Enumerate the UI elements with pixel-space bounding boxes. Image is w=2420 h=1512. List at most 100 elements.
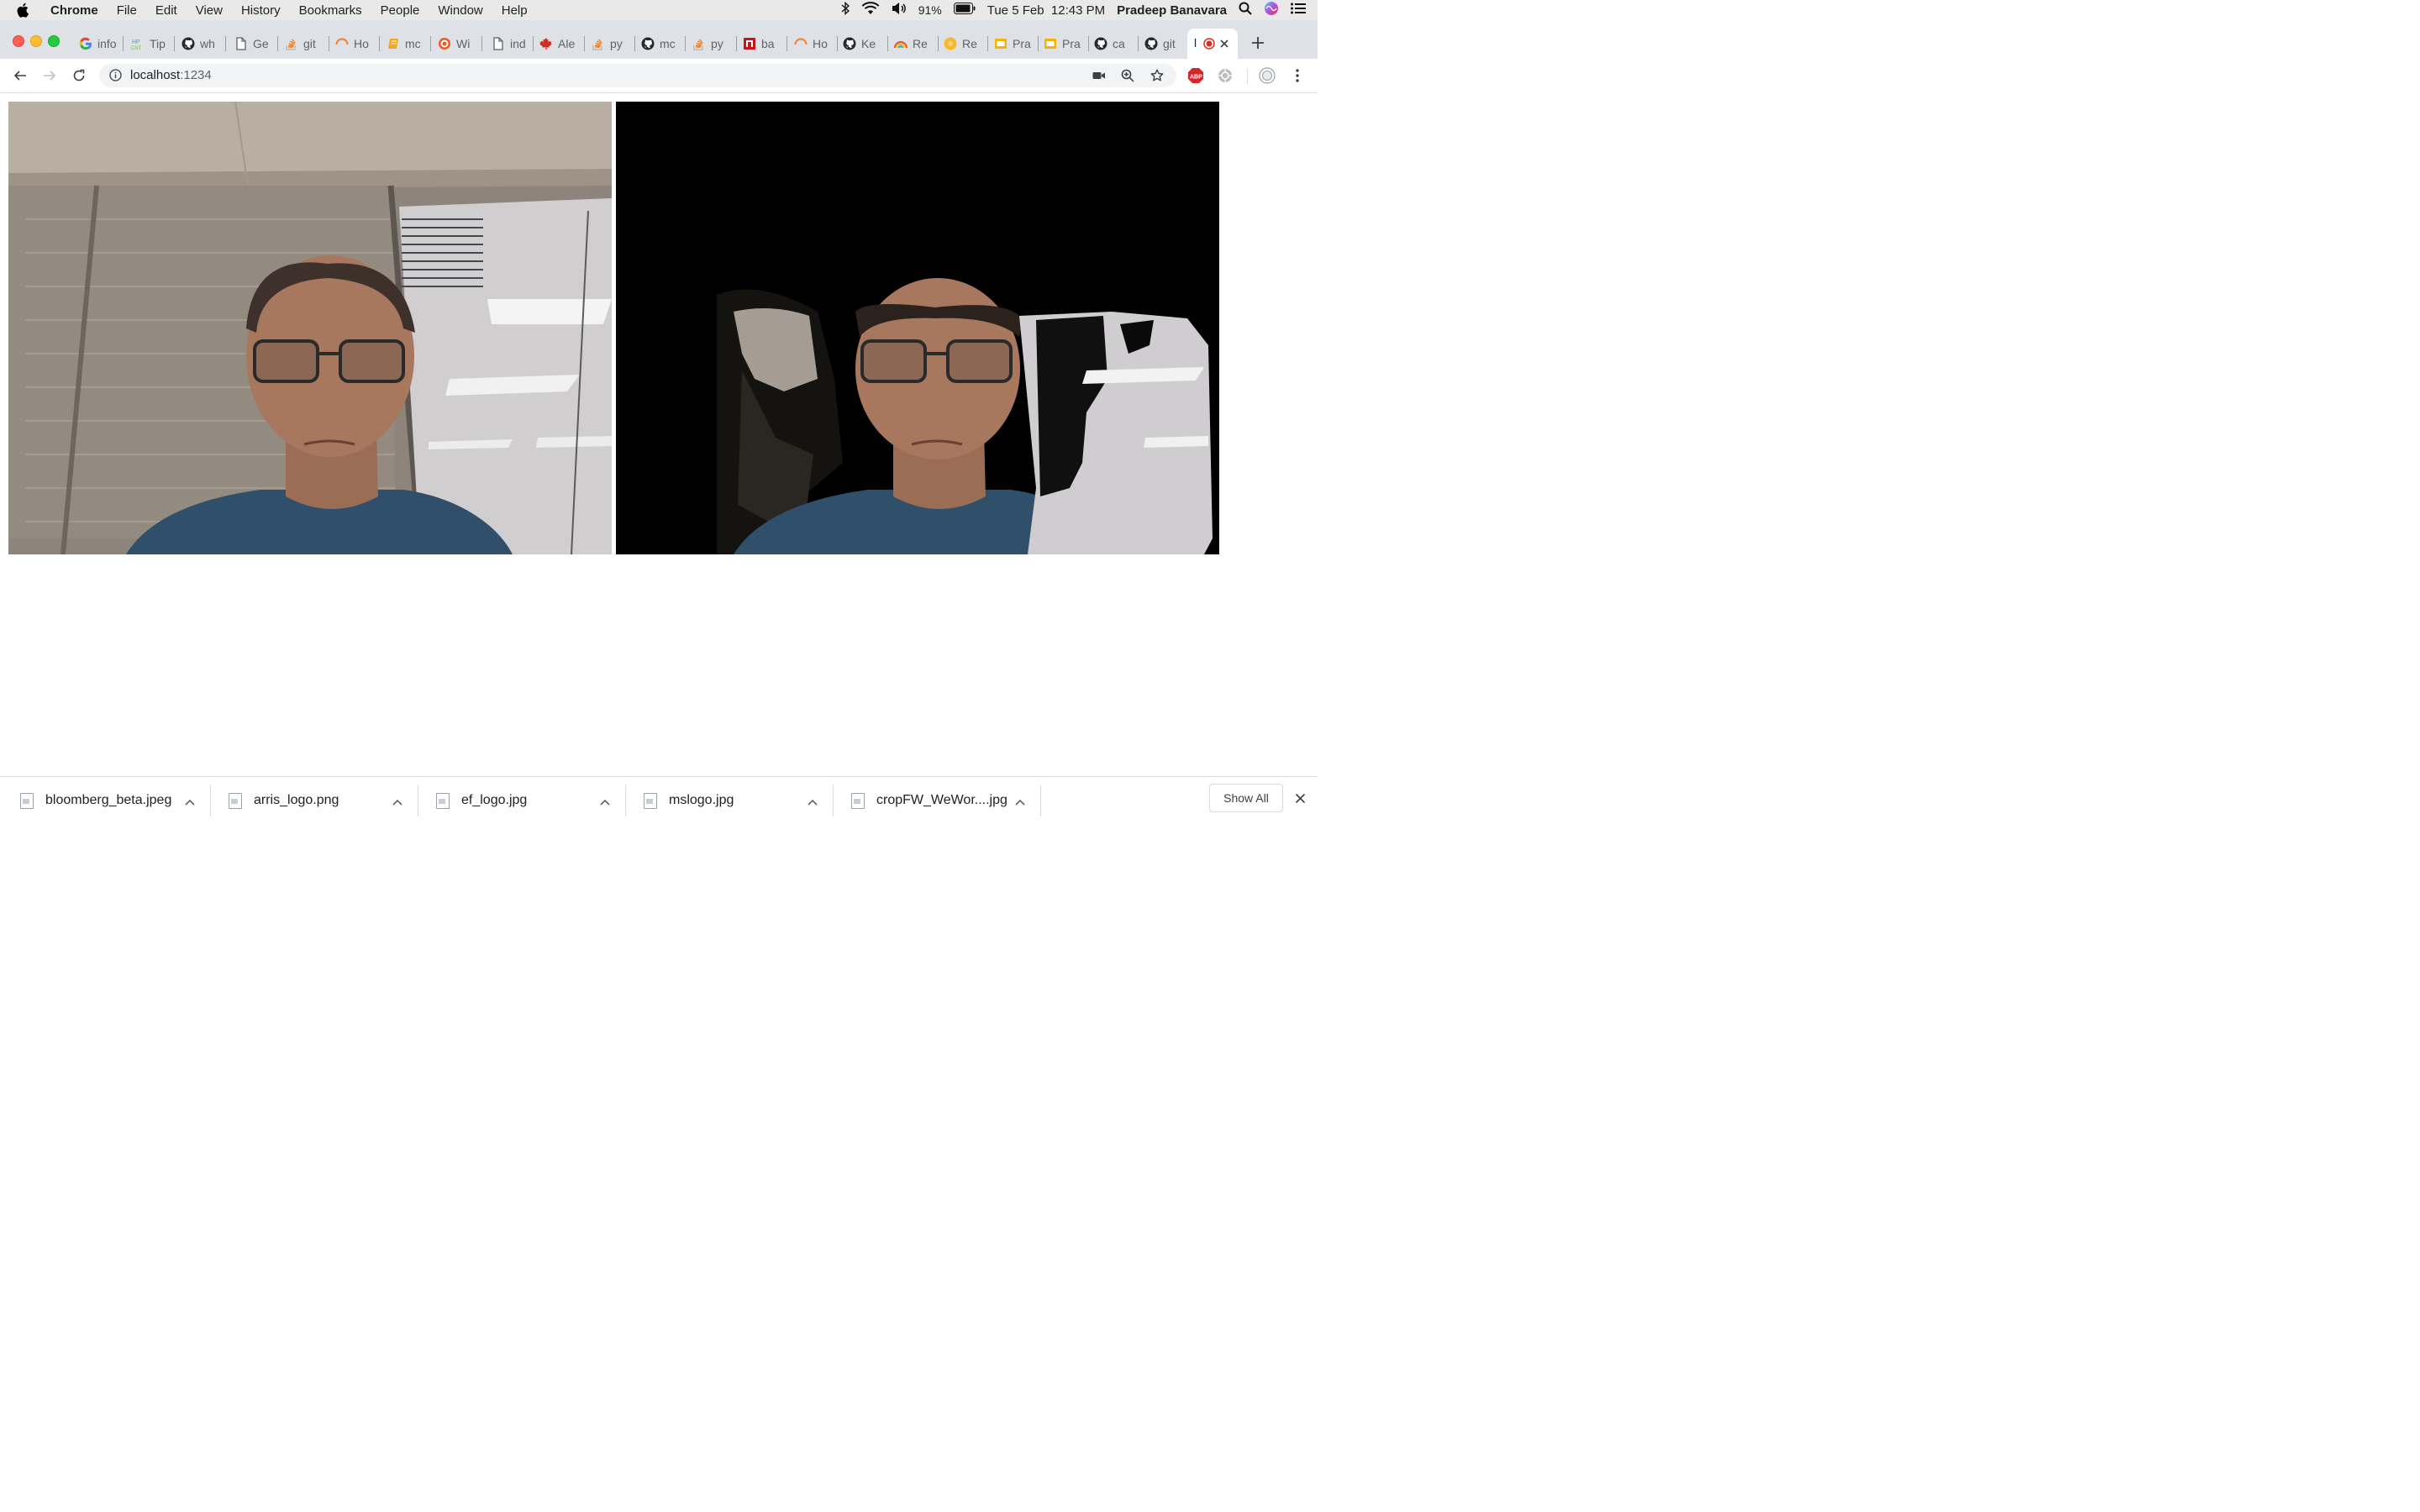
adblock-plus-icon[interactable]: ABP [1187,67,1204,84]
download-item[interactable]: mslogo.jpg [644,781,829,820]
slides-icon [994,37,1007,50]
notification-center-icon[interactable] [1291,3,1306,18]
menu-bookmarks[interactable]: Bookmarks [299,3,362,18]
menu-people[interactable]: People [381,3,420,18]
new-tab-button[interactable] [1250,35,1265,55]
camera-icon[interactable] [1092,70,1106,86]
tab-15[interactable]: Ho [794,31,831,56]
tab-22[interactable]: git [1144,31,1181,56]
tab-label: mc [660,37,676,50]
extension-icon[interactable] [1217,67,1234,84]
bookmark-star-icon[interactable] [1150,69,1164,87]
tab-4[interactable]: Ge [234,31,271,56]
download-item[interactable]: bloomberg_beta.jpeg [20,781,205,820]
tab-1[interactable]: info [79,31,116,56]
tab-18[interactable]: Re [944,31,981,56]
tab-13[interactable]: py [692,31,729,56]
svg-text:ABP: ABP [1190,75,1202,81]
recording-indicator-icon [1203,38,1215,54]
tab-3[interactable]: wh [182,31,218,56]
tab-12[interactable]: mc [641,31,678,56]
bluetooth-icon[interactable] [841,1,850,18]
address-bar[interactable]: localhost:1234 [99,64,1176,87]
stackoverflow-icon [692,37,706,50]
hp-icon: HP CNT [131,37,145,50]
tab-separator [584,36,585,51]
tab-label: Re [962,37,977,50]
segmented-video [616,102,1219,554]
slides-icon [1044,37,1057,50]
tab-9[interactable]: ind [492,31,529,56]
tab-14[interactable]: ba [743,31,780,56]
menu-file[interactable]: File [117,3,137,18]
chrome-menu-icon[interactable] [1289,67,1306,84]
wifi-icon[interactable] [861,2,880,18]
tab-11[interactable]: py [592,31,629,56]
menu-history[interactable]: History [241,3,281,18]
page-icon [492,37,505,50]
chevron-up-icon[interactable] [185,795,195,810]
tab-label: ind [510,37,526,50]
close-shelf-icon[interactable] [1295,793,1306,808]
svg-text:CNT: CNT [131,46,142,50]
apple-logo-icon[interactable] [17,3,35,18]
download-separator [210,785,211,816]
chevron-up-icon[interactable] [808,795,818,810]
url-text[interactable]: localhost:1234 [130,68,212,82]
download-filename: bloomberg_beta.jpeg [45,793,172,807]
forward-arrow-icon[interactable] [41,67,58,84]
tab-20[interactable]: Pra [1044,31,1082,56]
menu-window[interactable]: Window [438,3,482,18]
site-info-icon[interactable] [109,69,122,86]
svg-text:HP: HP [132,39,140,45]
close-window-button[interactable] [13,35,24,47]
menu-app-chrome[interactable]: Chrome [50,3,98,18]
clock[interactable]: Tue 5 Feb 12:43 PM [987,3,1105,18]
download-separator [833,785,834,816]
menu-view[interactable]: View [196,3,223,18]
user-name[interactable]: Pradeep Banavara [1117,3,1227,18]
show-all-button[interactable]: Show All [1209,784,1283,812]
macos-menubar: Chrome File Edit View History Bookmarks … [0,0,1318,20]
volume-icon[interactable] [892,2,907,18]
battery-icon[interactable] [953,3,976,18]
tab-7[interactable]: mc [387,31,424,56]
tab-2[interactable]: HP CNT Tip [131,31,168,56]
tab-5[interactable]: git [285,31,322,56]
back-arrow-icon[interactable] [12,67,29,84]
book-icon [387,37,400,50]
tab-21[interactable]: ca [1094,31,1131,56]
toolbar-divider [1247,69,1248,84]
tab-19[interactable]: Pra [994,31,1033,56]
rainbow-icon [894,37,908,50]
zoom-icon[interactable] [1121,69,1134,87]
download-item[interactable]: arris_logo.png [229,781,413,820]
tab-16[interactable]: Ke [843,31,880,56]
tab-separator [837,36,838,51]
minimize-window-button[interactable] [30,35,42,47]
profile-avatar-icon[interactable] [1259,67,1276,84]
tab-8[interactable]: Wi [438,31,475,56]
tab-6[interactable]: Ho [335,31,372,56]
chevron-up-icon[interactable] [1015,795,1025,810]
orange-arc-icon [794,37,808,50]
download-item[interactable]: cropFW_WeWor....jpg [851,781,1036,820]
tab-17[interactable]: Re [894,31,931,56]
menu-help[interactable]: Help [502,3,528,18]
download-item[interactable]: ef_logo.jpg [436,781,621,820]
download-separator [625,785,626,816]
close-tab-icon[interactable] [1219,38,1229,53]
tab-label: ca [1113,37,1125,50]
chevron-up-icon[interactable] [392,795,402,810]
menu-edit[interactable]: Edit [155,3,177,18]
reload-icon[interactable] [71,67,87,84]
zoom-window-button[interactable] [48,35,60,47]
active-tab[interactable]: l [1187,29,1238,59]
tab-10[interactable]: Ale [539,31,578,56]
chevron-up-icon[interactable] [600,795,610,810]
page-icon [234,37,248,50]
tab-label: Ke [861,37,876,50]
spotlight-search-icon[interactable] [1239,2,1252,18]
show-all-label: Show All [1223,791,1269,805]
siri-icon[interactable] [1264,1,1279,19]
